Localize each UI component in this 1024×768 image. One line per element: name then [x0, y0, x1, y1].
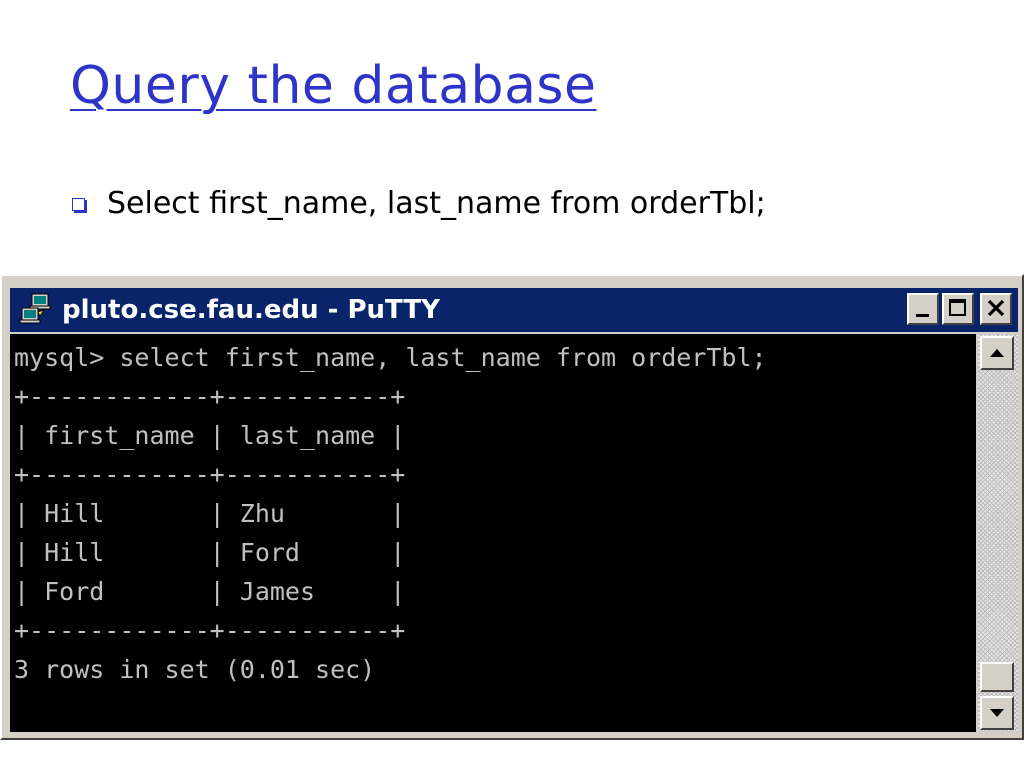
close-icon [987, 299, 1005, 317]
maximize-icon [949, 299, 966, 316]
terminal-line-summary: 3 rows in set (0.01 sec) [14, 655, 376, 684]
terminal-line-prompt: mysql> select first_name, last_name from… [14, 343, 767, 372]
scroll-up-button[interactable] [980, 336, 1014, 370]
window-title: pluto.cse.fau.edu - PuTTY [62, 295, 440, 325]
terminal-line-border: +------------+-----------+ [14, 382, 406, 411]
putty-window: pluto.cse.fau.edu - PuTTY mysql> select [0, 274, 1024, 740]
terminal-line-row: | Hill | Ford | [14, 538, 406, 567]
bullet-item: Select first_name, last_name from orderT… [72, 186, 766, 221]
terminal-line-border: +------------+-----------+ [14, 460, 406, 489]
arrow-up-icon [990, 349, 1004, 357]
arrow-down-icon [990, 709, 1004, 717]
minimize-button[interactable] [907, 293, 939, 325]
maximize-button[interactable] [942, 293, 974, 325]
checkbox-bullet-icon [72, 198, 85, 211]
terminal-line-row: | Hill | Zhu | [14, 499, 406, 528]
scroll-down-button[interactable] [980, 696, 1014, 730]
window-controls [904, 293, 1012, 325]
scrollbar-thumb[interactable] [980, 662, 1014, 692]
close-button[interactable] [980, 293, 1012, 325]
terminal-line-header: | first_name | last_name | [14, 421, 406, 450]
slide-title: Query the database [70, 56, 597, 116]
window-titlebar[interactable]: pluto.cse.fau.edu - PuTTY [10, 288, 1018, 332]
minimize-icon [916, 314, 929, 317]
terminal-line-row: | Ford | James | [14, 577, 406, 606]
putty-computers-icon[interactable] [18, 292, 54, 328]
bullet-text: Select first_name, last_name from orderT… [107, 186, 766, 221]
terminal-line-border: +------------+-----------+ [14, 616, 406, 645]
terminal-output[interactable]: mysql> select first_name, last_name from… [10, 334, 976, 732]
vertical-scrollbar[interactable] [978, 334, 1018, 732]
